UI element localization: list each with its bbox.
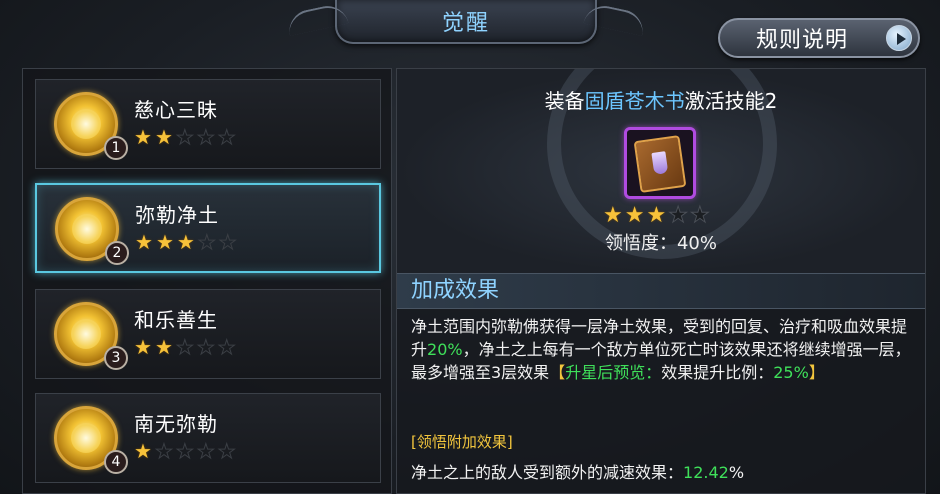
preview-label: 升星后预览： xyxy=(565,363,662,382)
star-filled-icon: ★ xyxy=(154,335,173,359)
comprehension-bonus-title: [领悟附加效果] xyxy=(411,433,513,451)
skill-stars: ★ ★ ★ ★ ★ xyxy=(134,335,236,359)
star-empty-icon: ★ xyxy=(668,203,689,228)
skill-number-badge: 1 xyxy=(104,136,128,160)
skill-list: 1 慈心三昧 ★ ★ ★ ★ ★ 2 弥勒净土 ★ ★ ★ ★ ★ 3 和乐善生 ★ ★ ★ ★ ★ 4… xyxy=(22,68,392,494)
star-empty-icon: ★ xyxy=(154,439,173,463)
desc-text: 效果提升比例： xyxy=(661,363,774,382)
star-empty-icon: ★ xyxy=(175,439,194,463)
bonus-title: 加成效果 xyxy=(397,273,925,309)
star-empty-icon: ★ xyxy=(197,230,216,254)
skill-name: 南无弥勒 xyxy=(134,412,218,436)
equip-item-slot[interactable] xyxy=(624,127,696,199)
star-filled-icon: ★ xyxy=(134,335,152,359)
star-filled-icon: ★ xyxy=(135,230,153,254)
skill-item-2[interactable]: 2 弥勒净土 ★ ★ ★ ★ ★ xyxy=(35,183,381,273)
desc-value: 25% xyxy=(773,363,809,382)
rules-button-label: 规则说明 xyxy=(756,28,849,53)
skill-stars: ★ ★ ★ ★ ★ xyxy=(134,439,236,463)
star-filled-icon: ★ xyxy=(646,203,667,228)
comp-desc-text: 净土之上的敌人受到额外的减速效果： xyxy=(411,463,684,482)
rules-button[interactable]: 规则说明 xyxy=(718,18,920,58)
star-empty-icon: ★ xyxy=(196,125,215,149)
star-empty-icon: ★ xyxy=(217,125,236,149)
detail-stars: ★ ★ ★ ★ ★ xyxy=(603,203,710,228)
star-filled-icon: ★ xyxy=(134,125,152,149)
desc-bracket: 】 xyxy=(808,363,825,382)
star-filled-icon: ★ xyxy=(603,203,623,228)
bonus-description: 净土范围内弥勒佛获得一层净土效果，受到的回复、治疗和吸血效果提升20%，净土之上… xyxy=(411,315,917,384)
skill-stars: ★ ★ ★ ★ ★ xyxy=(135,230,237,254)
equip-requirement: 装备固盾苍木书激活技能2 xyxy=(397,85,925,114)
desc-bracket: 【 xyxy=(549,363,566,382)
star-empty-icon: ★ xyxy=(175,335,194,359)
skill-number-badge: 2 xyxy=(105,241,129,265)
star-filled-icon: ★ xyxy=(176,230,195,254)
star-filled-icon: ★ xyxy=(155,230,174,254)
star-empty-icon: ★ xyxy=(175,125,194,149)
equip-suffix: 激活技能2 xyxy=(684,89,778,113)
skill-item-3[interactable]: 3 和乐善生 ★ ★ ★ ★ ★ xyxy=(35,289,381,379)
skill-number-badge: 3 xyxy=(104,346,128,370)
star-filled-icon: ★ xyxy=(154,125,173,149)
skill-item-1[interactable]: 1 慈心三昧 ★ ★ ★ ★ ★ xyxy=(35,79,381,169)
star-empty-icon: ★ xyxy=(218,230,237,254)
equip-prefix: 装备 xyxy=(544,89,585,113)
star-filled-icon: ★ xyxy=(624,203,645,228)
star-empty-icon: ★ xyxy=(689,203,710,228)
skill-item-4[interactable]: 4 南无弥勒 ★ ★ ★ ★ ★ xyxy=(35,393,381,483)
comprehension-bonus-desc: 净土之上的敌人受到额外的减速效果：12.42% xyxy=(411,459,744,483)
skill-number-badge: 4 xyxy=(104,450,128,474)
spellbook-icon xyxy=(633,135,687,193)
skill-name: 和乐善生 xyxy=(134,308,218,332)
skill-detail-panel: 装备固盾苍木书激活技能2 ★ ★ ★ ★ ★ 领悟度：40% 加成效果 净土范围内弥勒佛… xyxy=(396,68,926,494)
star-empty-icon: ★ xyxy=(217,335,236,359)
skill-stars: ★ ★ ★ ★ ★ xyxy=(134,125,236,149)
star-filled-icon: ★ xyxy=(134,439,152,463)
skill-name: 弥勒净土 xyxy=(135,203,219,227)
equip-item-name[interactable]: 固盾苍木书 xyxy=(585,89,685,113)
skill-name: 慈心三昧 xyxy=(134,98,218,122)
comprehension-level: 领悟度：40% xyxy=(604,233,717,254)
desc-value: 20% xyxy=(427,340,463,359)
equip-section: 装备固盾苍木书激活技能2 ★ ★ ★ ★ ★ 领悟度：40% xyxy=(397,69,925,273)
play-arrow-icon xyxy=(886,25,912,51)
star-empty-icon: ★ xyxy=(196,335,215,359)
star-empty-icon: ★ xyxy=(196,439,215,463)
page-title: 觉醒 xyxy=(441,11,490,36)
title-plate: 觉醒 xyxy=(335,0,597,44)
star-empty-icon: ★ xyxy=(217,439,236,463)
comp-desc-unit: % xyxy=(728,463,745,482)
comp-desc-value: 12.42 xyxy=(683,463,729,482)
